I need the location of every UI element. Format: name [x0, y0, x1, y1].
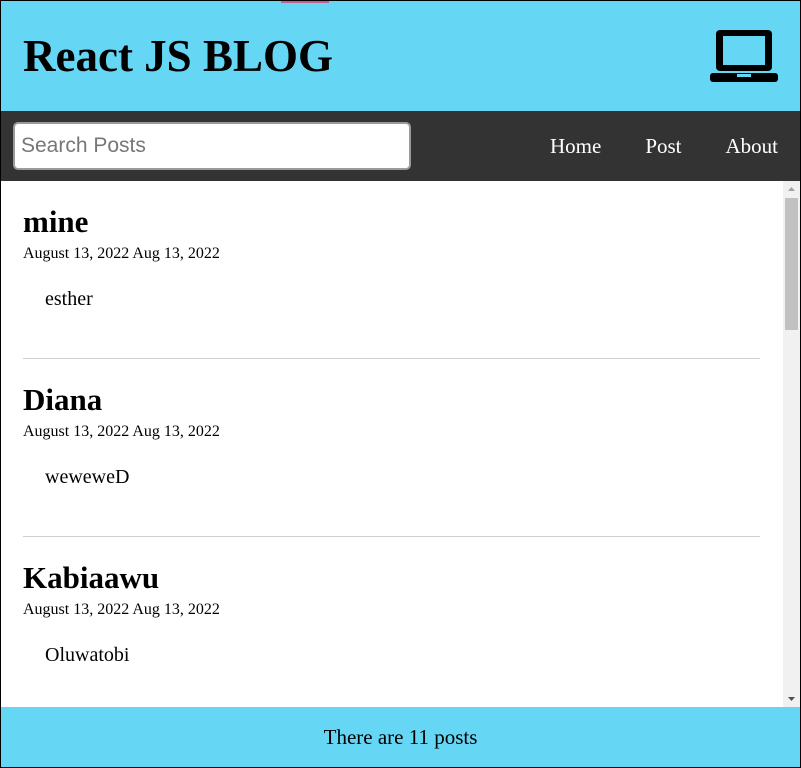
app-window: React JS BLOG Home Post About mine Augus… — [0, 0, 801, 768]
scroll-up-arrow-icon[interactable] — [783, 181, 800, 197]
search-input[interactable] — [13, 122, 411, 170]
navbar: Home Post About — [1, 111, 800, 181]
post-list: mine August 13, 2022 Aug 13, 2022 esther… — [1, 181, 800, 707]
vertical-scrollbar[interactable] — [783, 181, 800, 707]
post-title[interactable]: Kabiaawu — [23, 561, 760, 595]
post-title[interactable]: mine — [23, 205, 760, 239]
nav-link-home[interactable]: Home — [550, 134, 601, 159]
post-date: August 13, 2022 Aug 13, 2022 — [23, 423, 220, 440]
posts-feed: mine August 13, 2022 Aug 13, 2022 esther… — [1, 181, 800, 707]
post-body: Oluwatobi — [45, 644, 130, 666]
nav-links: Home Post About — [550, 134, 778, 159]
post-count-text: There are 11 posts — [323, 724, 478, 749]
post-title[interactable]: Diana — [23, 383, 760, 417]
post-date: August 13, 2022 Aug 13, 2022 — [23, 245, 220, 262]
post-body: weweweD — [45, 466, 130, 488]
scroll-down-arrow-icon[interactable] — [783, 691, 800, 707]
nav-link-about[interactable]: About — [726, 134, 779, 159]
site-title: React JS BLOG — [23, 30, 333, 81]
header: React JS BLOG — [1, 1, 800, 111]
post-item[interactable]: mine August 13, 2022 Aug 13, 2022 esther — [23, 181, 760, 359]
post-item[interactable]: Diana August 13, 2022 Aug 13, 2022 wewew… — [23, 359, 760, 537]
top-accent-line — [281, 1, 329, 3]
footer: There are 11 posts — [1, 707, 800, 767]
post-date: August 13, 2022 Aug 13, 2022 — [23, 601, 220, 618]
post-item[interactable]: Kabiaawu August 13, 2022 Aug 13, 2022 Ol… — [23, 537, 760, 707]
laptop-icon — [710, 30, 778, 82]
nav-link-post[interactable]: Post — [645, 134, 681, 159]
post-body: esther — [45, 288, 93, 310]
scrollbar-thumb[interactable] — [785, 198, 798, 330]
